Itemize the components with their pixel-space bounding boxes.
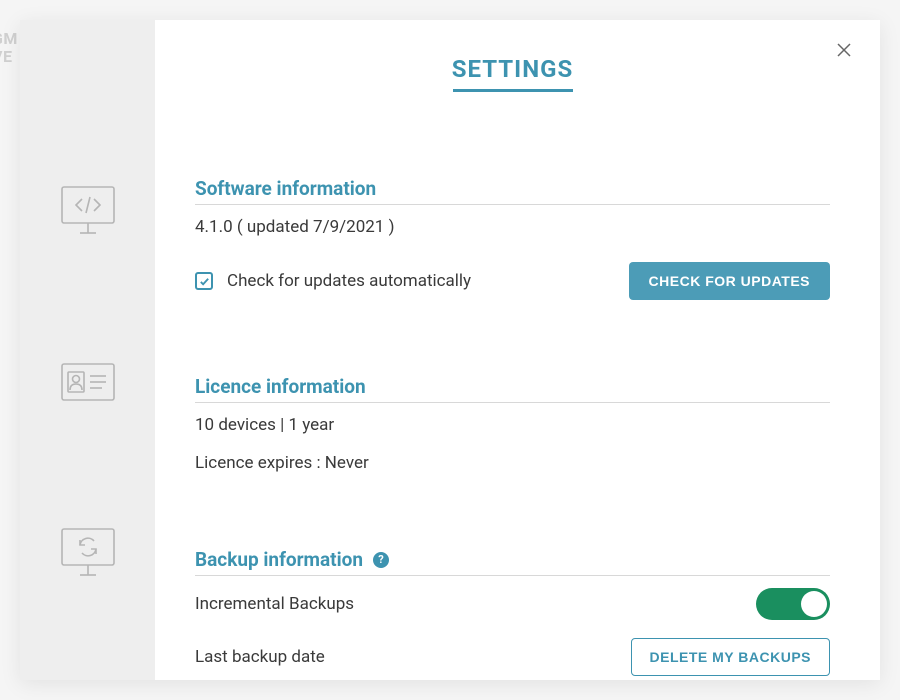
licence-expiry: Licence expires : Never	[195, 453, 830, 473]
backup-header: Backup information ?	[195, 548, 830, 576]
title-underline	[453, 89, 573, 92]
licence-section: Licence information 10 devices | 1 year …	[195, 375, 830, 473]
incremental-label: Incremental Backups	[195, 594, 354, 614]
incremental-row: Incremental Backups	[195, 588, 830, 620]
settings-sidebar	[20, 20, 155, 680]
backup-header-text: Backup information	[195, 548, 363, 571]
settings-content: SETTINGS Software information 4.1.0 ( up…	[155, 20, 880, 680]
id-card-icon[interactable]	[60, 362, 116, 402]
licence-devices: 10 devices | 1 year	[195, 415, 830, 435]
auto-update-row: Check for updates automatically CHECK FO…	[195, 262, 830, 300]
software-section: Software information 4.1.0 ( updated 7/9…	[195, 177, 830, 300]
incremental-toggle[interactable]	[756, 588, 830, 620]
help-icon[interactable]: ?	[373, 552, 389, 568]
modal-title: SETTINGS	[195, 55, 830, 83]
last-backup-row: Last backup date DELETE MY BACKUPS	[195, 638, 830, 676]
background-logo: GM VE	[0, 30, 18, 65]
settings-modal: SETTINGS Software information 4.1.0 ( up…	[20, 20, 880, 680]
last-backup-label: Last backup date	[195, 647, 325, 667]
check-updates-button[interactable]: CHECK FOR UPDATES	[629, 262, 830, 300]
auto-update-checkbox[interactable]	[195, 272, 213, 290]
close-button[interactable]	[836, 42, 852, 62]
code-monitor-icon[interactable]	[60, 185, 116, 237]
backup-section: Backup information ? Incremental Backups…	[195, 548, 830, 676]
software-header: Software information	[195, 177, 830, 205]
auto-update-label: Check for updates automatically	[227, 271, 471, 291]
software-version: 4.1.0 ( updated 7/9/2021 )	[195, 217, 830, 237]
sync-monitor-icon[interactable]	[60, 527, 116, 579]
toggle-knob	[801, 591, 827, 617]
licence-header: Licence information	[195, 375, 830, 403]
delete-backups-button[interactable]: DELETE MY BACKUPS	[631, 638, 830, 676]
